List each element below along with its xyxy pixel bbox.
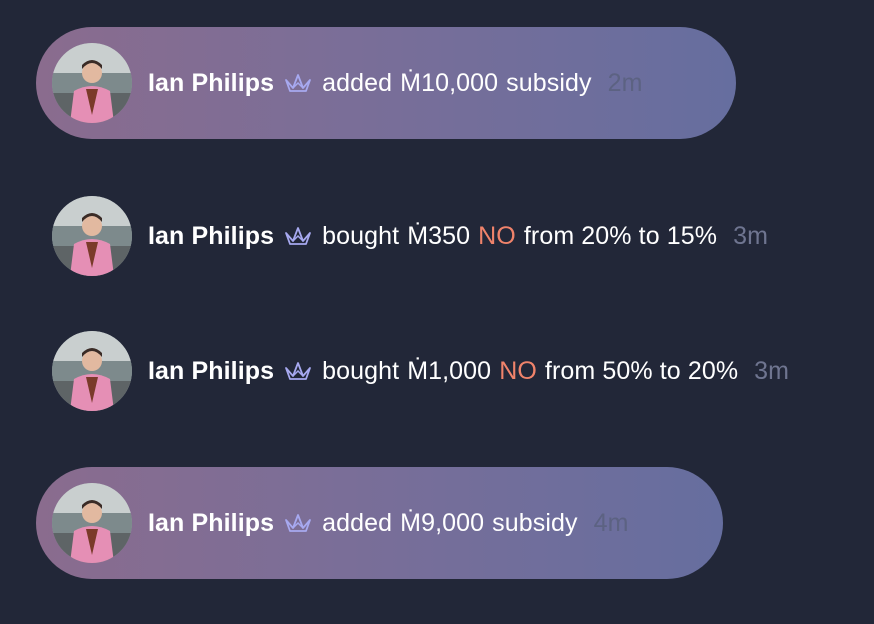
- timestamp: 2m: [607, 68, 643, 97]
- timestamp: 3m: [733, 221, 769, 250]
- avatar[interactable]: [52, 43, 132, 123]
- user-name[interactable]: Ian Philips: [148, 357, 274, 386]
- user-name[interactable]: Ian Philips: [148, 509, 274, 538]
- crane-icon: [284, 225, 312, 247]
- activity-feed: Ian Philips added Ṁ10,000 subsidy 2m Ian…: [0, 0, 874, 624]
- timestamp: 3m: [754, 356, 790, 385]
- outcome-label: NO: [499, 356, 537, 385]
- amount: Ṁ10,000: [400, 68, 499, 97]
- timestamp: 4m: [593, 508, 629, 537]
- action-verb: bought: [322, 221, 400, 250]
- action-verb: bought: [322, 356, 400, 385]
- detail-text: from 50% to 20%: [544, 356, 739, 385]
- amount: Ṁ9,000: [400, 508, 485, 537]
- user-name[interactable]: Ian Philips: [148, 69, 274, 98]
- feed-item-text: Ian Philips added Ṁ9,000 subsidy 4m: [148, 509, 629, 538]
- action-verb: added: [322, 68, 393, 97]
- detail-text: from 20% to 15%: [523, 221, 718, 250]
- feed-item-text: Ian Philips bought Ṁ350 NO from 20% to 1…: [148, 222, 768, 251]
- amount: Ṁ350: [407, 221, 471, 250]
- feed-item-bet[interactable]: Ian Philips bought Ṁ1,000 NO from 50% to…: [36, 315, 789, 427]
- avatar[interactable]: [52, 483, 132, 563]
- feed-item-text: Ian Philips bought Ṁ1,000 NO from 50% to…: [148, 357, 789, 386]
- crane-icon: [284, 360, 312, 382]
- user-name[interactable]: Ian Philips: [148, 222, 274, 251]
- avatar[interactable]: [52, 196, 132, 276]
- detail-text: subsidy: [492, 508, 578, 537]
- feed-item-text: Ian Philips added Ṁ10,000 subsidy 2m: [148, 69, 643, 98]
- amount: Ṁ1,000: [407, 356, 492, 385]
- feed-item-subsidy[interactable]: Ian Philips added Ṁ9,000 subsidy 4m: [36, 467, 723, 579]
- crane-icon: [284, 512, 312, 534]
- avatar[interactable]: [52, 331, 132, 411]
- feed-item-subsidy[interactable]: Ian Philips added Ṁ10,000 subsidy 2m: [36, 27, 736, 139]
- outcome-label: NO: [478, 221, 516, 250]
- feed-item-bet[interactable]: Ian Philips bought Ṁ350 NO from 20% to 1…: [36, 180, 768, 292]
- action-verb: added: [322, 508, 393, 537]
- detail-text: subsidy: [506, 68, 592, 97]
- crane-icon: [284, 72, 312, 94]
